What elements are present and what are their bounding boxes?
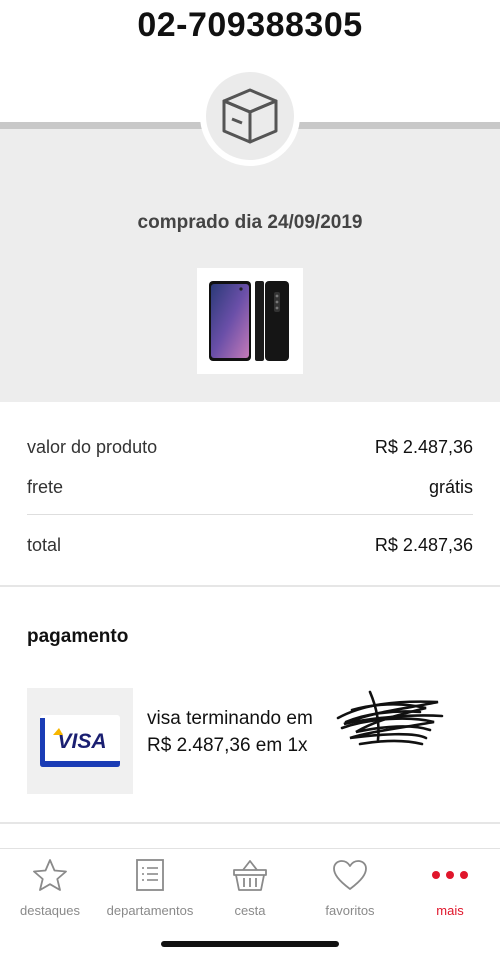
tab-mais[interactable]: mais	[400, 857, 500, 918]
product-thumbnail[interactable]	[197, 268, 303, 374]
shipping-value: grátis	[428, 477, 473, 497]
home-indicator[interactable]	[161, 941, 339, 947]
package-box-icon	[222, 88, 278, 144]
more-dots-icon	[432, 871, 468, 879]
total-label: total	[27, 535, 62, 555]
summary-divider	[27, 514, 473, 515]
tab-departamentos[interactable]: departamentos	[100, 857, 200, 918]
product-value: R$ 2.487,36	[374, 437, 473, 457]
product-value-row: valor do produto R$ 2.487,36	[27, 437, 473, 458]
tab-label-destaques: destaques	[20, 903, 80, 918]
total-row: total R$ 2.487,36	[27, 535, 473, 556]
payment-amount-text: R$ 2.487,36 em 1x	[147, 735, 308, 756]
tab-label-favoritos: favoritos	[325, 903, 375, 918]
shipping-label: frete	[27, 477, 64, 497]
tab-cesta[interactable]: cesta	[200, 857, 300, 918]
star-icon	[33, 859, 67, 891]
package-badge	[206, 72, 294, 160]
tab-label-departamentos: departamentos	[106, 903, 194, 918]
tab-label-cesta: cesta	[234, 903, 266, 918]
total-value: R$ 2.487,36	[374, 535, 473, 555]
basket-icon	[233, 860, 267, 891]
heart-icon	[333, 860, 367, 890]
tab-destaques[interactable]: destaques	[0, 857, 100, 918]
card-thumbnail: VISA	[27, 688, 133, 794]
payment-title: pagamento	[27, 626, 129, 647]
visa-logo-text: VISA	[57, 730, 106, 753]
section-separator	[0, 585, 500, 587]
list-icon	[136, 859, 164, 891]
product-value-label: valor do produto	[27, 437, 158, 457]
purchase-date: comprado dia 24/09/2019	[137, 212, 363, 233]
order-number: 02-709388305	[137, 6, 363, 44]
phone-product-image	[209, 281, 289, 361]
redaction-scribble	[336, 690, 444, 746]
shipping-row: frete grátis	[27, 477, 473, 498]
tab-favoritos[interactable]: favoritos	[300, 857, 400, 918]
section-separator-bottom	[0, 822, 500, 824]
visa-card-icon: VISA	[40, 715, 120, 767]
tab-label-mais: mais	[436, 903, 464, 918]
card-ending-text: visa terminando em	[147, 708, 313, 729]
